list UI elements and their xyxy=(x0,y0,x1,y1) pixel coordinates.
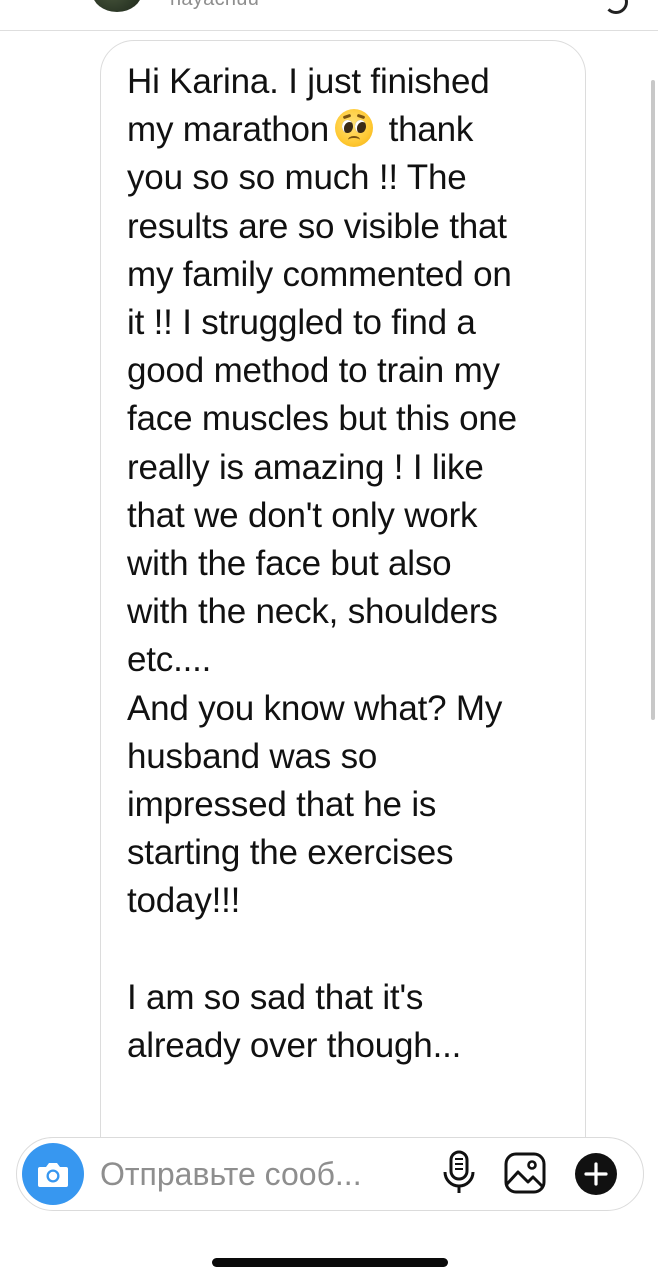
header-username[interactable]: hayachuu xyxy=(170,0,259,11)
more-icon[interactable] xyxy=(604,0,628,14)
chat-header: hayachuu xyxy=(0,0,658,31)
gallery-icon[interactable] xyxy=(503,1151,547,1195)
scrollbar[interactable] xyxy=(651,80,655,720)
microphone-icon[interactable] xyxy=(441,1150,477,1196)
home-indicator[interactable] xyxy=(212,1258,448,1267)
pleading-face-emoji xyxy=(335,109,374,148)
camera-icon xyxy=(38,1163,68,1187)
message-input[interactable] xyxy=(100,1150,420,1198)
message-text: Hi Karina. I just finished my marathon t… xyxy=(127,58,577,1070)
plus-icon[interactable] xyxy=(574,1152,618,1196)
message-text-part-2: thank you so so much !! The results are … xyxy=(127,110,517,1066)
chat-screen: hayachuu Hi Karina. I just finished my m… xyxy=(0,0,658,1280)
camera-button[interactable] xyxy=(22,1143,84,1205)
avatar[interactable] xyxy=(92,0,142,12)
